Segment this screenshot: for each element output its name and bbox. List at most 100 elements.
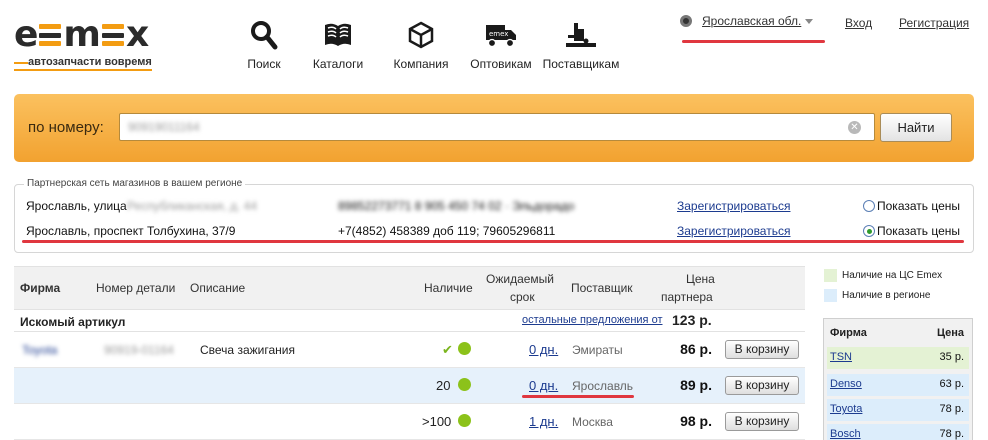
sidebar-row[interactable]: Denso 63 р. [827, 374, 969, 396]
row-price: 98 р. [680, 413, 712, 429]
row-part-number: 90919-01164 [104, 343, 174, 357]
partner-phone: +7(4852) 458389 доб 119; 79605296811 [338, 224, 556, 238]
sidebar-row[interactable]: Toyota 78 р. [827, 399, 969, 421]
sidebar-row-firm[interactable]: TSN [830, 351, 852, 363]
table-header: Фирма Номер детали Описание Наличие Ожид… [14, 266, 805, 310]
partner-register-link[interactable]: Зарегистрироваться [677, 199, 790, 213]
partner-register-link[interactable]: Зарегистрироваться [677, 224, 790, 238]
nav-wholesale-label: Оптовикам [470, 57, 532, 71]
add-to-cart-button[interactable]: В корзину [725, 340, 799, 359]
truck-icon: emex [464, 18, 538, 52]
svg-text:emex: emex [489, 30, 508, 38]
sidebar-col-price: Цена [936, 327, 964, 339]
table-row: 20 0 дн. Ярославль 89 р. В корзину [14, 368, 805, 404]
sidebar-row[interactable]: TSN 35 р. [827, 347, 969, 369]
col-description: Описание [190, 281, 246, 295]
nav-wholesale[interactable]: emex Оптовикам [464, 18, 538, 71]
forklift-icon [538, 18, 624, 52]
row-eta[interactable]: 0 дн. [529, 378, 558, 393]
sidebar-row-price: 78 р. [939, 428, 964, 440]
logo-mark: e m x [14, 14, 149, 55]
box-icon [378, 18, 464, 52]
sidebar-col-firm: Фирма [830, 327, 867, 339]
search-panel: по номеру: 90919011164 ✕ Найти [14, 94, 974, 162]
logo-bars-icon [39, 24, 62, 46]
sidebar-row-firm[interactable]: Denso [830, 378, 862, 390]
search-input[interactable]: 90919011164 [119, 113, 875, 141]
nav-catalogs[interactable]: Каталоги [298, 18, 378, 71]
sidebar-row-price: 35 р. [939, 351, 964, 363]
partner-row: Ярославль, улица Республиканская, д. 44 … [15, 196, 973, 216]
nav-suppliers[interactable]: Поставщикам [538, 18, 624, 71]
sidebar-header: Фирма Цена [824, 319, 972, 347]
search-label: по номеру: [28, 119, 104, 136]
other-offers-link[interactable]: остальные предложения от [522, 314, 662, 326]
find-button[interactable]: Найти [880, 113, 952, 142]
col-eta: Ожидаемый [486, 272, 554, 286]
partner-city: Ярославль, проспект Толбухина, 37/9 [26, 224, 236, 238]
row-stock: 20 [436, 378, 451, 393]
show-prices-radio[interactable] [863, 200, 875, 212]
row-stock: >100 [422, 414, 452, 429]
partner-phone: 89852273771 8 905 450 74 02 · Эльдорадо [338, 199, 575, 213]
add-to-cart-button[interactable]: В корзину [725, 376, 799, 395]
col-supplier: Поставщик [571, 281, 633, 295]
searched-article-label: Искомый артикул [20, 315, 126, 329]
partner-address: Республиканская, д. 44 [127, 199, 258, 213]
sidebar-row[interactable]: Bosch 78 р. [827, 424, 969, 440]
legend-central: Наличие на ЦС Emex [824, 269, 942, 282]
emex-logo[interactable]: e m x автозапчасти вовремя [14, 14, 184, 74]
brand-price-sidebar: Фирма Цена TSN 35 р. Denso 63 р. Toyota … [823, 318, 973, 440]
table-row: Toyota 90919-01164 Свеча зажигания ✔ 0 д… [14, 332, 805, 368]
sidebar-row-price: 63 р. [939, 378, 964, 390]
partner-stores-legend: Партнерская сеть магазинов в вашем регио… [24, 178, 246, 189]
region-name: Ярославская обл. [702, 14, 802, 28]
col-part-number: Номер детали [96, 281, 176, 295]
nav-search[interactable]: Поиск [230, 18, 298, 71]
show-prices-radio[interactable] [863, 225, 875, 237]
logo-tagline: автозапчасти вовремя [14, 56, 152, 71]
col-firm: Фирма [20, 281, 61, 295]
show-prices-label: Показать цены [877, 199, 961, 213]
other-offers-price: 123 р. [672, 312, 712, 328]
add-to-cart-button[interactable]: В корзину [725, 412, 799, 431]
sidebar-row-firm[interactable]: Bosch [830, 428, 861, 440]
stock-dot-icon [458, 378, 471, 391]
chevron-down-icon [805, 18, 814, 24]
col-eta-2: срок [510, 290, 535, 304]
row-description: Свеча зажигания [200, 343, 295, 357]
col-stock: Наличие [424, 281, 473, 295]
register-link[interactable]: Регистрация [899, 16, 969, 30]
sidebar-row-price: 78 р. [939, 403, 964, 415]
results-table: Фирма Номер детали Описание Наличие Ожид… [14, 266, 805, 440]
search-input-value: 90919011164 [128, 120, 200, 134]
legend-central-label: Наличие на ЦС Emex [842, 270, 943, 281]
stock-dot-icon [458, 414, 471, 427]
nav-company[interactable]: Компания [378, 18, 464, 71]
region-selector[interactable]: Ярославская обл. [680, 14, 814, 28]
partner-row: Ярославль, проспект Толбухина, 37/9 +7(4… [15, 221, 973, 241]
login-link[interactable]: Вход [845, 16, 872, 30]
nav-catalogs-label: Каталоги [312, 57, 364, 71]
row-price: 89 р. [680, 377, 712, 393]
table-row: >100 1 дн. Москва 98 р. В корзину [14, 404, 805, 440]
row-eta[interactable]: 1 дн. [529, 414, 558, 429]
stock-dot-icon [458, 342, 471, 355]
nav-company-label: Компания [393, 57, 449, 71]
col-price: Цена [686, 272, 715, 286]
main-nav: Поиск Каталоги Компания emex Оптовикам П… [230, 18, 624, 71]
col-price-2: партнера [661, 290, 713, 304]
partner-city: Ярославль, улица [26, 199, 127, 213]
row-supplier: Москва [572, 415, 613, 429]
row-supplier: Эмираты [572, 343, 623, 357]
row-price: 86 р. [680, 341, 712, 357]
clear-icon[interactable]: ✕ [848, 121, 861, 134]
nav-search-label: Поиск [247, 57, 281, 71]
row-firm[interactable]: Toyota [22, 343, 57, 357]
show-prices-label: Показать цены [877, 224, 961, 238]
row-supplier: Ярославль [572, 379, 634, 393]
row-eta[interactable]: 0 дн. [529, 342, 558, 357]
sidebar-row-firm[interactable]: Toyota [830, 403, 862, 415]
legend-region-label: Наличие в регионе [842, 290, 931, 301]
annotation-underline [522, 395, 634, 398]
